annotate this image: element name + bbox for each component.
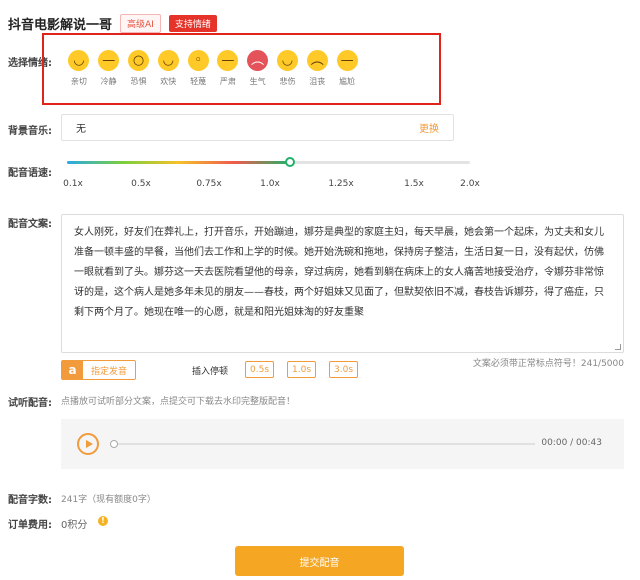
angry-face-icon: ︵ bbox=[247, 50, 269, 71]
count-label: 配音字数: bbox=[8, 495, 52, 506]
char-count-hint: 文案必须带正常标点符号！241/5000 bbox=[472, 359, 624, 369]
audio-progress-bar[interactable] bbox=[110, 440, 535, 448]
emotion-item[interactable]: ○ 恐惧 bbox=[124, 50, 154, 87]
speed-label: 配音语速: bbox=[8, 168, 52, 179]
emotion-label-text: 沮丧 bbox=[309, 77, 326, 86]
speed-tick-label: 2.0x bbox=[460, 179, 480, 189]
pause-0-5s-button[interactable]: 0.5s bbox=[245, 361, 275, 378]
serious-face-icon: — bbox=[217, 50, 239, 71]
emotion-label-text: 尴尬 bbox=[339, 77, 356, 86]
submit-button[interactable]: 提交配音 bbox=[235, 546, 404, 576]
emotion-label-text: 严肃 bbox=[219, 77, 236, 86]
emotion-label-text: 亲切 bbox=[70, 77, 87, 86]
fee-value: 0积分 bbox=[61, 520, 88, 531]
emotion-label-text: 生气 bbox=[249, 77, 266, 86]
speed-tick-label: 0.75x bbox=[196, 179, 222, 189]
play-button[interactable] bbox=[77, 433, 99, 455]
speed-slider-fill bbox=[67, 161, 290, 164]
depressed-face-icon: ︵ bbox=[306, 50, 328, 71]
emotion-item[interactable]: ◡ 欢快 bbox=[153, 50, 183, 87]
preview-hint: 点播放可试听部分文案，点提交可下载去水印完整版配音！ bbox=[61, 397, 296, 407]
speed-slider[interactable] bbox=[67, 157, 470, 167]
page-title: 抖音电影解说一哥 bbox=[8, 18, 113, 33]
speed-tick-label: 1.25x bbox=[328, 179, 354, 189]
pronunciation-icon: a bbox=[62, 361, 83, 379]
pause-3-0s-button[interactable]: 3.0s bbox=[329, 361, 359, 378]
emotion-item[interactable]: ◡ 亲切 bbox=[64, 50, 94, 87]
emotion-label-text: 悲伤 bbox=[279, 77, 296, 86]
speed-slider-thumb[interactable] bbox=[285, 157, 295, 167]
emotion-item[interactable]: ︵ 沮丧 bbox=[302, 50, 332, 87]
affectionate-face-icon: ◡ bbox=[68, 50, 90, 71]
script-textarea[interactable]: 女人刚死，好友们在葬礼上，打开音乐，开始蹦迪，娜芬是典型的家庭主妇，每天早晨，她… bbox=[61, 214, 624, 353]
speed-tick-label: 0.5x bbox=[131, 179, 151, 189]
text-tools: a 指定发音 插入停顿 0.5s 1.0s 3.0s 文案必须带正常标点符号！2… bbox=[61, 359, 624, 381]
page-header: 抖音电影解说一哥 高级AI 支持情绪 bbox=[8, 14, 217, 33]
pronunciation-label: 指定发音 bbox=[91, 366, 128, 377]
emotion-list: ◡ 亲切 — 冷静 ○ 恐惧 ◡ 欢快 ◦ 轻蔑 — 严肃 ︵ 生气 ◡ 悲伤 ︵ 沮丧 — 尴尬 bbox=[64, 50, 362, 87]
speed-tick-label: 1.0x bbox=[260, 179, 280, 189]
advanced-ai-badge: 高级AI bbox=[120, 14, 161, 33]
script-text: 女人刚死，好友们在葬礼上，打开音乐，开始蹦迪，娜芬是典型的家庭主妇，每天早晨，她… bbox=[74, 227, 604, 318]
insert-pause-label: 插入停顿 bbox=[192, 367, 229, 377]
speed-tick-label: 1.5x bbox=[404, 179, 424, 189]
specify-pronunciation-button[interactable]: a 指定发音 bbox=[61, 360, 137, 380]
pause-1-0s-button[interactable]: 1.0s bbox=[287, 361, 317, 378]
text-label: 配音文案: bbox=[8, 219, 52, 230]
music-field[interactable]: 无 更换 bbox=[61, 114, 454, 141]
play-icon bbox=[85, 440, 93, 448]
resize-grip-icon[interactable] bbox=[615, 344, 621, 350]
sad-face-icon: ◡ bbox=[276, 50, 298, 71]
count-value: 241字（现有额度0字） bbox=[61, 495, 156, 505]
emotion-support-badge: 支持情绪 bbox=[168, 15, 217, 32]
audio-progress-thumb[interactable] bbox=[110, 440, 118, 448]
happy-face-icon: ◡ bbox=[157, 50, 179, 71]
emotion-item[interactable]: ◡ 悲伤 bbox=[273, 50, 303, 87]
audio-time: 00:00 / 00:43 bbox=[541, 438, 602, 448]
fearful-face-icon: ○ bbox=[127, 50, 149, 71]
emotion-item[interactable]: — 严肃 bbox=[213, 50, 243, 87]
preview-label: 试听配音: bbox=[8, 398, 52, 409]
emotion-item[interactable]: ︵ 生气 bbox=[243, 50, 273, 87]
emotion-label-text: 欢快 bbox=[160, 77, 177, 86]
emotion-item[interactable]: — 尴尬 bbox=[332, 50, 362, 87]
calm-face-icon: — bbox=[98, 50, 120, 71]
music-label: 背景音乐: bbox=[8, 126, 52, 137]
emotion-item[interactable]: ◦ 轻蔑 bbox=[183, 50, 213, 87]
emotion-label-text: 恐惧 bbox=[130, 77, 147, 86]
change-music-button[interactable]: 更换 bbox=[419, 120, 439, 135]
emotion-label-text: 轻蔑 bbox=[190, 77, 207, 86]
fee-label: 订单费用: bbox=[8, 520, 52, 531]
embarrassed-face-icon: — bbox=[336, 50, 358, 71]
speed-tick-label: 0.1x bbox=[63, 179, 83, 189]
emotion-label-text: 冷静 bbox=[100, 77, 117, 86]
info-icon[interactable]: ! bbox=[98, 516, 108, 526]
scornful-face-icon: ◦ bbox=[187, 50, 209, 71]
emotion-item[interactable]: — 冷静 bbox=[94, 50, 124, 87]
audio-player: 00:00 / 00:43 bbox=[61, 419, 624, 469]
music-value: 无 bbox=[76, 124, 86, 135]
